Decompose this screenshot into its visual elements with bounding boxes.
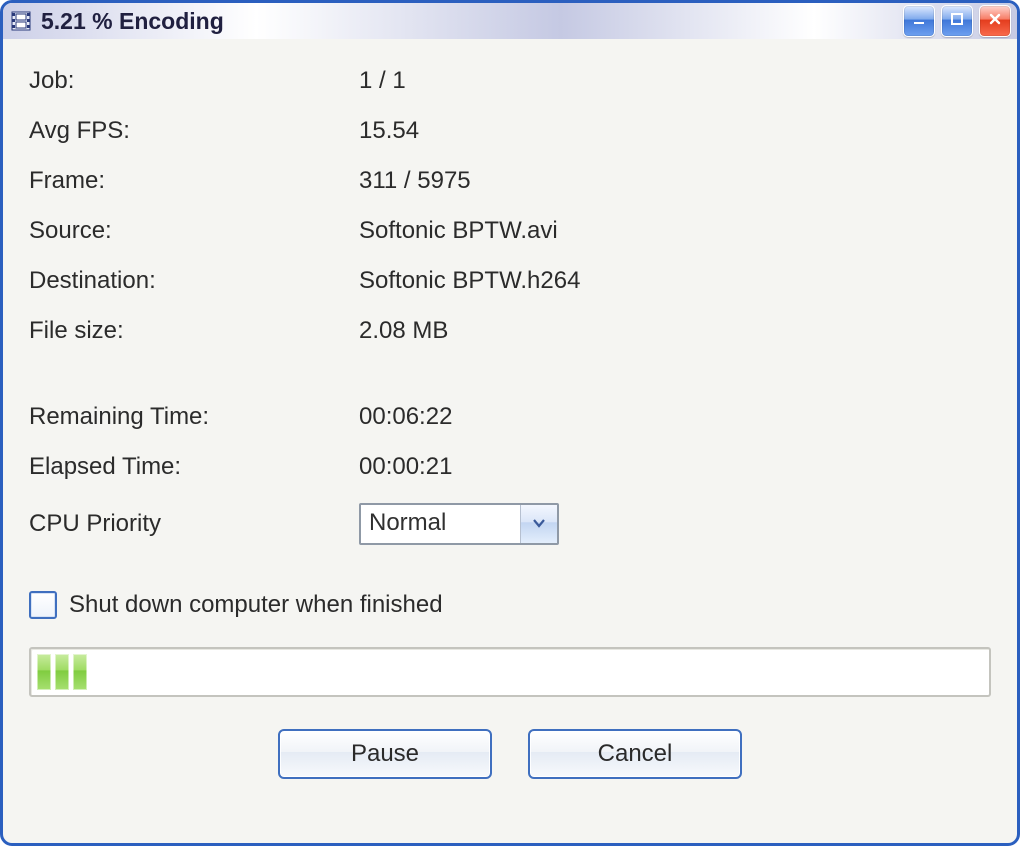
value-job: 1 / 1 bbox=[359, 67, 991, 95]
label-elapsed-time: Elapsed Time: bbox=[29, 453, 349, 481]
chevron-down-icon bbox=[531, 510, 547, 538]
label-frame: Frame: bbox=[29, 167, 349, 195]
progress-bar bbox=[29, 647, 991, 697]
button-row: Pause Cancel bbox=[29, 729, 991, 779]
value-avg-fps: 15.54 bbox=[359, 117, 991, 145]
close-icon bbox=[988, 12, 1002, 31]
window-controls bbox=[903, 5, 1011, 37]
progress-segment bbox=[73, 654, 87, 690]
value-remaining-time: 00:06:22 bbox=[359, 403, 991, 431]
label-remaining-time: Remaining Time: bbox=[29, 403, 349, 431]
maximize-icon bbox=[950, 12, 964, 31]
label-file-size: File size: bbox=[29, 317, 349, 345]
label-job: Job: bbox=[29, 67, 349, 95]
shutdown-label: Shut down computer when finished bbox=[69, 591, 443, 619]
encoding-progress-window: 5.21 % Encoding Job: 1 / 1 bbox=[0, 0, 1020, 846]
label-cpu-priority: CPU Priority bbox=[29, 510, 349, 538]
label-avg-fps: Avg FPS: bbox=[29, 117, 349, 145]
client-area: Job: 1 / 1 Avg FPS: 15.54 Frame: 311 / 5… bbox=[3, 39, 1017, 843]
cpu-priority-dropdown-button[interactable] bbox=[520, 505, 557, 543]
progress-segment bbox=[37, 654, 51, 690]
maximize-button[interactable] bbox=[941, 5, 973, 37]
shutdown-checkbox[interactable] bbox=[29, 591, 57, 619]
value-frame: 311 / 5975 bbox=[359, 167, 991, 195]
value-elapsed-time: 00:00:21 bbox=[359, 453, 991, 481]
label-source: Source: bbox=[29, 217, 349, 245]
cpu-priority-select[interactable]: Normal bbox=[359, 503, 559, 545]
pause-button[interactable]: Pause bbox=[278, 729, 492, 779]
value-source: Softonic BPTW.avi bbox=[359, 217, 991, 245]
shutdown-checkbox-row[interactable]: Shut down computer when finished bbox=[29, 591, 991, 619]
cpu-priority-value: Normal bbox=[361, 505, 520, 543]
progress-segment bbox=[55, 654, 69, 690]
label-destination: Destination: bbox=[29, 267, 349, 295]
app-film-icon bbox=[11, 11, 31, 31]
window-title: 5.21 % Encoding bbox=[41, 8, 903, 35]
minimize-icon bbox=[912, 12, 926, 31]
titlebar[interactable]: 5.21 % Encoding bbox=[3, 3, 1017, 39]
info-grid: Job: 1 / 1 Avg FPS: 15.54 Frame: 311 / 5… bbox=[29, 67, 991, 545]
value-file-size: 2.08 MB bbox=[359, 317, 991, 345]
close-button[interactable] bbox=[979, 5, 1011, 37]
value-destination: Softonic BPTW.h264 bbox=[359, 267, 991, 295]
cancel-button[interactable]: Cancel bbox=[528, 729, 742, 779]
minimize-button[interactable] bbox=[903, 5, 935, 37]
